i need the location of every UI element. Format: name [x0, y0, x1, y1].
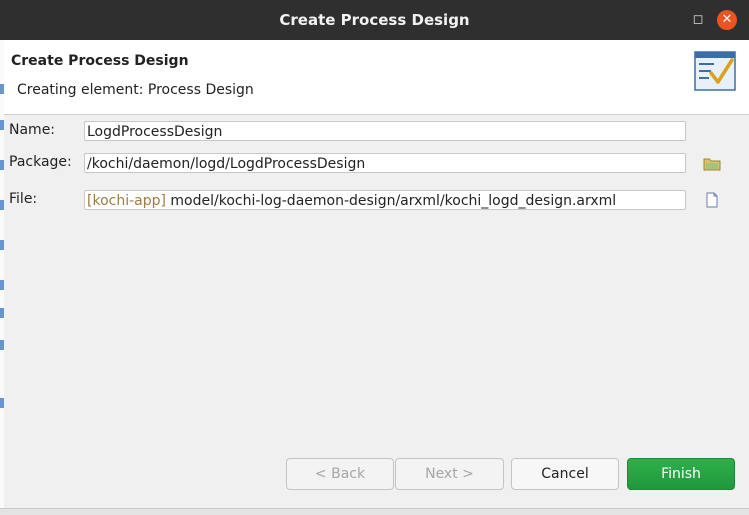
- file-project-prefix: [kochi-app]: [87, 193, 166, 209]
- wizard-header: Create Process Design Creating element: …: [4, 40, 749, 115]
- wizard-title: Create Process Design: [11, 53, 189, 69]
- cancel-button[interactable]: Cancel: [511, 458, 619, 490]
- window-titlebar: Create Process Design ◻ ✕: [0, 0, 749, 40]
- document-icon[interactable]: [703, 192, 721, 208]
- wizard-message: Creating element: Process Design: [17, 82, 254, 98]
- package-label: Package:: [9, 154, 72, 170]
- wizard-checklist-icon: [694, 51, 736, 91]
- package-input[interactable]: /kochi/daemon/logd/LogdProcessDesign: [84, 153, 686, 173]
- dialog: Create Process Design Creating element: …: [4, 40, 749, 508]
- next-button[interactable]: Next >: [395, 458, 504, 490]
- close-icon[interactable]: ✕: [717, 10, 737, 30]
- name-label: Name:: [9, 122, 56, 138]
- file-label: File:: [9, 191, 38, 207]
- file-input[interactable]: [kochi-app] model/kochi-log-daemon-desig…: [84, 190, 686, 210]
- back-button[interactable]: < Back: [286, 458, 394, 490]
- background-menubar: [0, 0, 460, 6]
- folder-icon[interactable]: [703, 156, 721, 172]
- maximize-icon[interactable]: ◻: [688, 10, 708, 30]
- name-input[interactable]: LogdProcessDesign: [84, 121, 686, 141]
- file-path: model/kochi-log-daemon-design/arxml/koch…: [165, 193, 617, 209]
- window-title: Create Process Design: [279, 11, 470, 29]
- finish-button[interactable]: Finish: [627, 458, 735, 490]
